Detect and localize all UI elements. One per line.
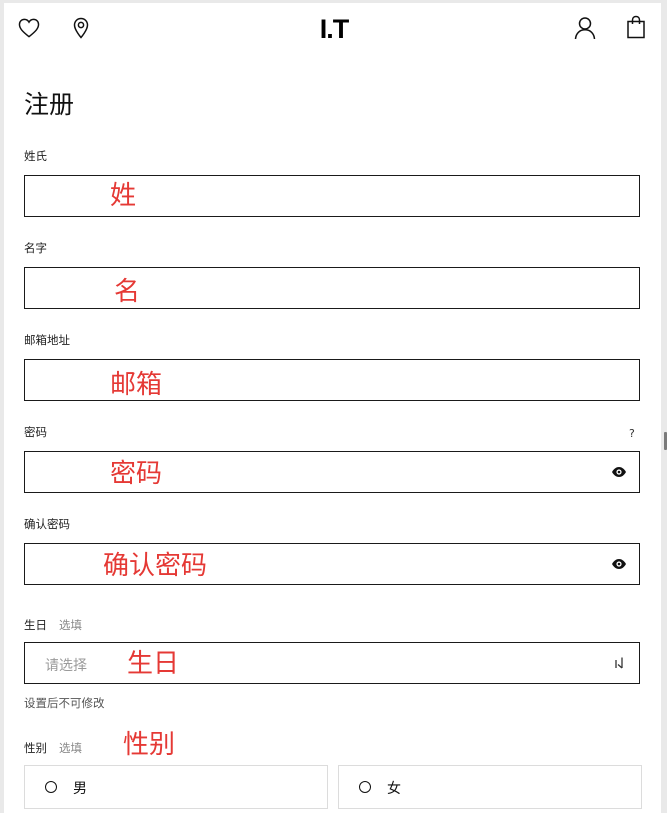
heart-icon[interactable] (18, 17, 40, 39)
eye-icon[interactable] (611, 465, 627, 479)
password-help-icon[interactable]: ? (629, 427, 635, 440)
gender-annotation: 性别 (123, 730, 176, 760)
user-icon[interactable] (573, 16, 597, 40)
registration-page: I.T 注册 姓氏 姓 名字 名 邮箱地址 邮箱 密码 ? 密码 确认密码 确认… (4, 3, 661, 813)
dropdown-arrow-icon[interactable] (613, 656, 627, 670)
radio-circle-icon[interactable] (45, 781, 57, 793)
email-annotation: 邮箱 (110, 370, 163, 400)
shopping-bag-icon[interactable] (625, 14, 647, 40)
last-name-label: 姓氏 (24, 149, 47, 163)
birthday-optional-tag: 选填 (59, 618, 82, 632)
password-annotation: 密码 (110, 459, 163, 489)
gender-optional-tag: 选填 (59, 741, 82, 755)
first-name-annotation: 名 (114, 277, 141, 307)
first-name-label: 名字 (24, 241, 47, 255)
confirm-password-annotation: 确认密码 (103, 551, 208, 581)
brand-logo[interactable]: I.T (304, 14, 364, 44)
gender-option-male[interactable]: 男 (24, 765, 328, 809)
confirm-password-label: 确认密码 (24, 517, 70, 531)
birthday-label: 生日 选填 (24, 617, 82, 633)
location-pin-icon[interactable] (72, 16, 90, 40)
eye-icon[interactable] (611, 557, 627, 571)
password-label: 密码 (24, 425, 47, 439)
gender-option-label: 女 (387, 781, 401, 797)
gender-label: 性别 选填 (24, 740, 82, 756)
birthday-select[interactable]: 请选择 (24, 642, 640, 684)
gender-option-label: 男 (73, 781, 87, 797)
page-title: 注册 (24, 90, 75, 119)
gender-option-female[interactable]: 女 (338, 765, 642, 809)
birthday-hint: 设置后不可修改 (24, 696, 105, 710)
birthday-label-text: 生日 (24, 618, 47, 632)
email-label: 邮箱地址 (24, 333, 70, 347)
gender-label-text: 性别 (24, 741, 47, 755)
birthday-annotation: 生日 (127, 649, 180, 679)
last-name-annotation: 姓 (110, 181, 137, 211)
birthday-placeholder: 请选择 (45, 658, 87, 674)
radio-circle-icon[interactable] (359, 781, 371, 793)
